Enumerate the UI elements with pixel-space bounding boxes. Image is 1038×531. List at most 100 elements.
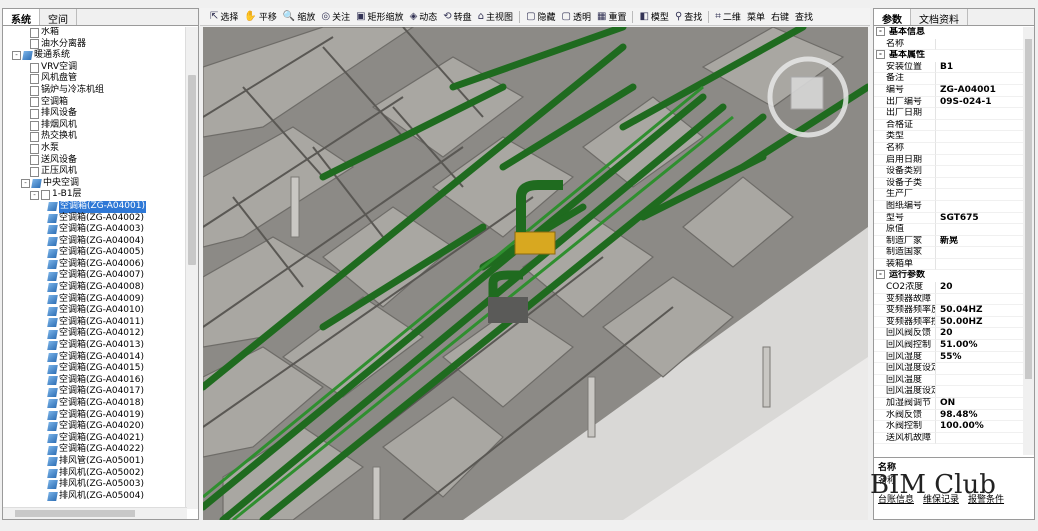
tree-node[interactable]: 空调箱(ZG-A04004) [3,236,187,248]
property-value[interactable]: 98.48% [936,410,1024,422]
tree-node[interactable]: 空调箱(ZG-A04012) [3,328,187,340]
property-value[interactable] [936,259,1024,271]
property-scrollbar[interactable] [1023,27,1034,455]
tree-node[interactable]: VRV空调 [3,62,187,74]
property-value[interactable] [936,108,1024,120]
tree-node[interactable]: 排风机(ZG-A05004) [3,491,187,503]
toolbar-button[interactable]: ◎ 关注 [321,10,350,23]
toolbar-button[interactable]: ▦ 重置 [597,10,626,23]
property-row[interactable]: 回风阀反馈 20 [874,328,1024,341]
property-value[interactable] [936,39,1024,51]
property-row[interactable]: 名称 [874,38,1024,51]
property-row[interactable]: 类型 [874,131,1024,143]
property-row[interactable]: 名称 [874,142,1024,155]
toolbar-button[interactable]: ◈ 动态 [410,10,438,23]
property-row[interactable]: 编号 ZG-A04001 [874,84,1024,97]
property-row[interactable]: 回风湿度 55% [874,351,1024,364]
tree-node[interactable]: - 1-B1层 [3,189,187,201]
property-row[interactable]: 回风温度设定 [874,386,1024,398]
tree-node[interactable]: 送风设备 [3,155,187,167]
tree-node[interactable]: 空调箱(ZG-A04010) [3,305,187,317]
property-row[interactable]: 回风阀控制 51.00% [874,340,1024,352]
tree-node[interactable]: 空调箱 [3,97,187,109]
tree-node[interactable]: - 暖通系统 [3,50,187,62]
property-value[interactable] [936,120,1024,132]
tab-system[interactable]: 系统 [3,9,40,26]
tree-node[interactable]: 油水分离器 [3,39,187,51]
property-value[interactable] [936,201,1024,213]
property-category[interactable]: - 基本信息 [874,27,1024,39]
toolbar-button[interactable]: ⚲ 查找 [675,10,702,23]
toolbar-button[interactable]: ⇱ 选择 [210,10,238,23]
property-value[interactable] [936,375,1024,387]
property-value[interactable] [936,224,1024,236]
property-row[interactable]: 安装位置 B1 [874,61,1024,74]
property-value[interactable]: 51.00% [936,340,1024,352]
toolbar-button[interactable]: ▣ 矩形缩放 [356,10,403,23]
expand-toggle-icon[interactable]: - [21,179,30,189]
tree-vertical-scrollbar[interactable] [185,27,198,509]
property-value[interactable]: ZG-A04001 [936,85,1024,97]
property-value[interactable] [936,73,1024,85]
toolbar-button[interactable]: ⌗ 二维 [715,10,741,23]
bim-3d-viewport[interactable] [203,27,868,520]
toolbar-button[interactable]: 菜单 [747,10,765,23]
toolbar-button[interactable]: ◧ 模型 [639,10,668,23]
property-row[interactable]: 启用日期 [874,154,1024,167]
property-value[interactable]: 50.04HZ [936,305,1024,317]
property-value[interactable]: 100.00% [936,421,1024,433]
property-value[interactable]: SGT675 [936,213,1024,225]
tree-node[interactable]: 水箱 [3,27,187,39]
property-row[interactable]: 合格证 [874,119,1024,132]
property-row[interactable]: 设备子类 [874,177,1024,190]
property-value[interactable]: B1 [936,62,1024,74]
toolbar-button[interactable]: ✋ 平移 [244,10,276,23]
toolbar-button[interactable]: ⌂ 主视图 [478,10,513,23]
property-scroll-thumb[interactable] [1025,39,1032,379]
tree-node[interactable]: 风机盘管 [3,73,187,85]
tree-node[interactable]: 空调箱(ZG-A04022) [3,444,187,456]
property-row[interactable]: 变频器频率控制50.00HZ [874,316,1024,329]
tree-node[interactable]: 排风管(ZG-A05001) [3,456,187,468]
property-row[interactable]: 回风湿度设定 [874,363,1024,375]
property-row[interactable]: 加湿阀调节 ON [874,398,1024,410]
tree-node[interactable]: 空调箱(ZG-A04006) [3,259,187,271]
tree-horizontal-scrollbar[interactable] [3,507,187,519]
property-row[interactable]: 型号 SGT675 [874,212,1024,225]
property-row[interactable]: 制造国家 [874,247,1024,259]
property-row[interactable]: 原值 [874,224,1024,236]
property-value[interactable] [936,433,1024,445]
tree-node[interactable]: 锅炉与冷冻机组 [3,85,187,97]
property-row[interactable]: 图纸编号 [874,200,1024,213]
tree-node[interactable]: 空调箱(ZG-A04009) [3,294,187,306]
property-value[interactable]: ON [936,398,1024,410]
tree-node[interactable]: 排风机(ZG-A05003) [3,479,187,491]
tree-node[interactable]: 排风机(ZG-A05002) [3,468,187,480]
property-value[interactable] [936,386,1024,398]
property-row[interactable]: 变频器频率反馈50.04HZ [874,305,1024,317]
property-value[interactable]: 新晃 [936,236,1024,248]
property-row[interactable]: 回风温度 [874,374,1024,387]
collapse-toggle-icon[interactable]: - [876,50,885,60]
tab-space[interactable]: 空间 [40,9,77,26]
tree-node[interactable]: 水泵 [3,143,187,155]
property-row[interactable]: 备注 [874,73,1024,85]
property-value[interactable]: 55% [936,352,1024,364]
property-row[interactable]: 装箱单 [874,258,1024,271]
property-value[interactable] [936,166,1024,178]
tree-node[interactable]: - 中央空调 [3,178,187,190]
tree-node[interactable]: 空调箱(ZG-A04001) [3,200,187,213]
tree-node[interactable]: 空调箱(ZG-A04021) [3,433,187,445]
tree-node[interactable]: 空调箱(ZG-A04014) [3,352,187,364]
tree-node[interactable]: 空调箱(ZG-A04003) [3,224,187,236]
collapse-toggle-icon[interactable]: - [876,27,885,36]
toolbar-button[interactable]: 查找 [795,10,813,23]
property-row[interactable]: 设备类别 [874,166,1024,178]
property-row[interactable]: 出厂编号 09S-024-1 [874,96,1024,109]
property-row[interactable]: 出厂日期 [874,108,1024,120]
property-row[interactable]: CO2浓度 20 [874,282,1024,294]
property-value[interactable] [936,143,1024,155]
property-category[interactable]: - 运行参数 [874,270,1024,283]
tab-parameters[interactable]: 参数 [874,9,911,26]
tree-scroll-thumb[interactable] [188,75,196,265]
